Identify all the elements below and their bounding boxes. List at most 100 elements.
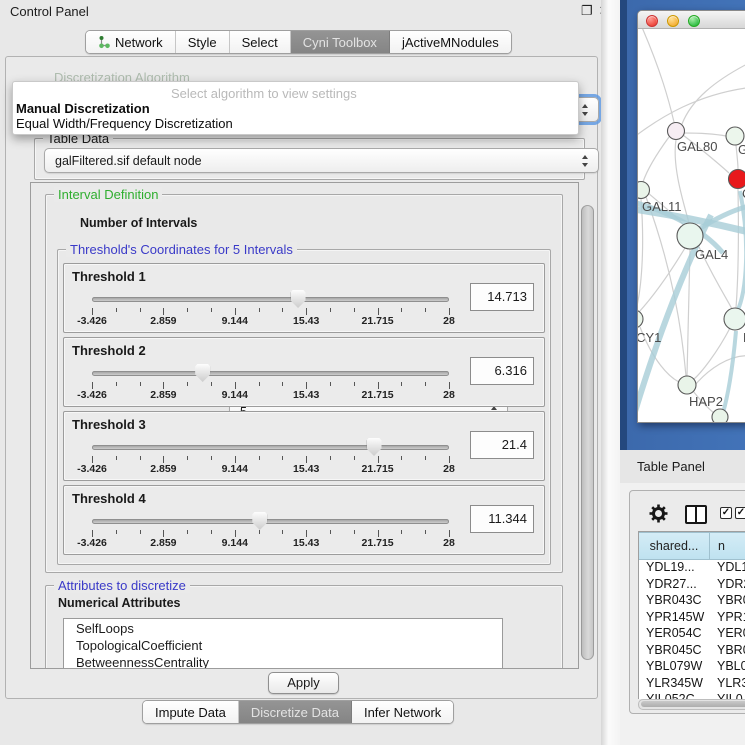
minor-tick: [140, 308, 141, 312]
network-canvas[interactable]: GAL80GACGAL11GAL4GCY1HHAP2: [638, 29, 745, 422]
table-row[interactable]: YER054CYER0: [639, 626, 745, 643]
threshold-value-field[interactable]: 6.316: [470, 357, 534, 385]
minor-tick: [425, 308, 426, 312]
scrollbar-thumb[interactable]: [641, 701, 745, 707]
tab-jactivemnodules[interactable]: jActiveMNodules: [390, 31, 511, 53]
tick-label: 15.43: [293, 389, 319, 401]
tab-label: Impute Data: [155, 705, 226, 720]
gear-icon[interactable]: [649, 504, 668, 523]
major-tick: [378, 456, 379, 463]
settings-scroll-area: Interval Definition Number of Intervals …: [30, 182, 579, 669]
threshold-slider-track[interactable]: [92, 297, 449, 302]
threshold-panel-4: Threshold 4-3.4262.8599.14415.4321.71528…: [63, 485, 545, 555]
tick-label: -3.426: [77, 315, 107, 327]
tab-cyni-toolbox[interactable]: Cyni Toolbox: [291, 31, 390, 53]
minor-tick: [140, 530, 141, 534]
attribute-list-item[interactable]: TopologicalCoefficient: [76, 638, 202, 655]
tick-label: 28: [443, 463, 455, 475]
threshold-slider-thumb[interactable]: [252, 512, 267, 530]
threshold-value-field[interactable]: 14.713: [470, 283, 534, 311]
mac-zoom-icon[interactable]: [688, 15, 700, 27]
apply-button[interactable]: Apply: [268, 672, 339, 694]
table-row[interactable]: YDR27...YDR2: [639, 577, 745, 594]
minor-tick: [354, 308, 355, 312]
node-label: GCY1: [638, 330, 661, 345]
panel-splitter[interactable]: [601, 0, 620, 745]
minor-tick: [425, 456, 426, 460]
network-node[interactable]: [638, 182, 650, 199]
checkbox-icon[interactable]: ✓: [735, 507, 745, 519]
table-row[interactable]: YBR045CYBR0: [639, 643, 745, 660]
network-view-window[interactable]: GAL80GACGAL11GAL4GCY1HHAP2: [637, 10, 745, 423]
minor-tick: [401, 530, 402, 534]
threshold-slider-track[interactable]: [92, 519, 449, 524]
major-tick: [449, 530, 450, 537]
network-node[interactable]: [678, 376, 696, 394]
network-node[interactable]: [668, 123, 685, 140]
settings-vertical-scrollbar[interactable]: [581, 205, 594, 660]
algorithm-option-equal-width[interactable]: Equal Width/Frequency Discretization: [16, 116, 556, 131]
node-label: GAL4: [695, 247, 728, 262]
network-node[interactable]: [677, 223, 703, 249]
float-window-icon[interactable]: ❐: [581, 3, 593, 19]
network-node[interactable]: [712, 409, 728, 422]
attribute-list-item[interactable]: SelfLoops: [76, 621, 134, 638]
table-row[interactable]: YDL19...YDL1: [639, 560, 745, 577]
major-tick: [235, 456, 236, 463]
major-tick: [163, 456, 164, 463]
threshold-slider-thumb[interactable]: [291, 290, 306, 308]
tab-select[interactable]: Select: [230, 31, 291, 53]
tick-label: -3.426: [77, 537, 107, 549]
threshold-value-field[interactable]: 21.4: [470, 431, 534, 459]
minor-tick: [259, 530, 260, 534]
table-row[interactable]: YBL079WYBL0: [639, 659, 745, 676]
tick-label: 28: [443, 389, 455, 401]
table-row[interactable]: YPR145WYPR1: [639, 610, 745, 627]
threshold-slider-thumb[interactable]: [195, 364, 210, 382]
minor-tick: [282, 530, 283, 534]
tab-infer-network[interactable]: Infer Network: [352, 701, 453, 723]
table-row[interactable]: YBR043CYBR0: [639, 593, 745, 610]
cell-shared-name: YBL079W: [646, 659, 702, 673]
minor-tick: [282, 456, 283, 460]
minor-tick: [211, 530, 212, 534]
tab-discretize-data[interactable]: Discretize Data: [239, 701, 352, 723]
cell-name: YLR3: [717, 676, 745, 690]
threshold-slider-track[interactable]: [92, 371, 449, 376]
table-row[interactable]: YLR345W YLR3: [639, 676, 745, 693]
network-node[interactable]: [724, 308, 745, 330]
split-columns-icon[interactable]: [685, 505, 707, 524]
column-header-shared-name[interactable]: shared...: [638, 532, 710, 560]
threshold-value-field[interactable]: 11.344: [470, 505, 534, 533]
mac-minimize-icon[interactable]: [667, 15, 679, 27]
column-header-name[interactable]: n: [709, 532, 745, 560]
major-tick: [235, 308, 236, 315]
checkbox-icon[interactable]: ✓: [720, 507, 732, 519]
network-window-titlebar[interactable]: [638, 11, 745, 29]
table-horizontal-scrollbar[interactable]: [638, 699, 745, 710]
tab-impute-data[interactable]: Impute Data: [143, 701, 239, 723]
threshold-slider-thumb[interactable]: [367, 438, 382, 456]
table-row[interactable]: YIL052CYIL0: [639, 692, 745, 699]
tick-label: 15.43: [293, 463, 319, 475]
tab-network[interactable]: Network: [86, 31, 176, 53]
tab-style[interactable]: Style: [176, 31, 230, 53]
tick-label: 21.715: [362, 537, 394, 549]
panel-title: Control Panel: [10, 4, 89, 19]
table-data-combobox[interactable]: galFiltered.sif default node: [44, 148, 599, 173]
threshold-slider-track[interactable]: [92, 445, 449, 450]
tab-label: Cyni Toolbox: [303, 35, 377, 50]
attribute-list-item[interactable]: BetweennessCentrality: [76, 655, 209, 669]
bottom-tab-bar: Impute Data Discretize DataInfer Network: [142, 700, 454, 724]
application-root: Control Panel ❐ ✕ NetworkStyleSelectCyni…: [0, 0, 745, 745]
algorithm-option-manual[interactable]: Manual Discretization: [16, 101, 556, 116]
cell-shared-name: YLR345W: [646, 676, 703, 690]
minor-tick: [187, 308, 188, 312]
threshold-label: Threshold 1: [72, 269, 146, 284]
minor-tick: [211, 382, 212, 386]
minor-tick: [282, 382, 283, 386]
mac-close-icon[interactable]: [646, 15, 658, 27]
minor-tick: [330, 308, 331, 312]
cell-name: YDR2: [717, 577, 745, 591]
network-node[interactable]: [638, 310, 643, 328]
